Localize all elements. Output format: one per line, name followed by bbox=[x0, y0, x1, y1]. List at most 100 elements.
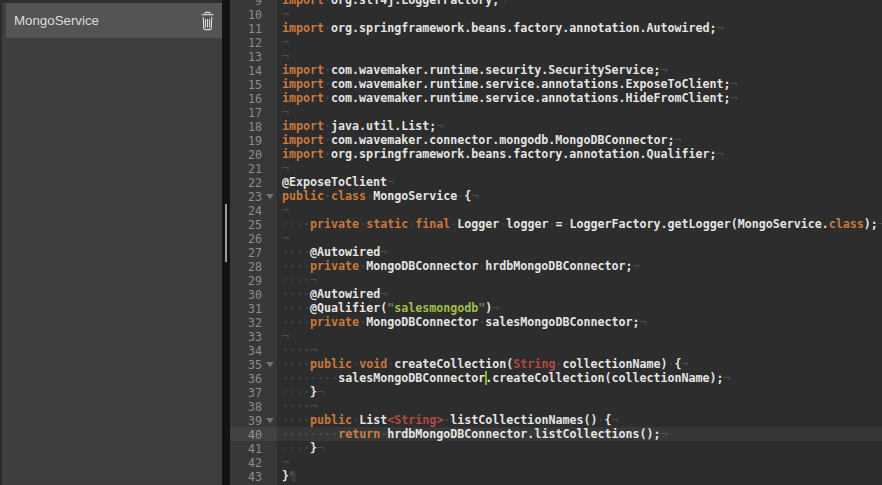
eol-invisible: ¬ bbox=[878, 217, 882, 231]
code-line[interactable]: import·com.wavemaker.runtime.service.ann… bbox=[277, 91, 882, 105]
code-line[interactable]: ¬ bbox=[277, 455, 882, 469]
gutter-line-number[interactable]: 43 bbox=[230, 469, 277, 483]
gutter-line-number[interactable]: 20 bbox=[230, 147, 277, 161]
gutter-line-number[interactable]: 19 bbox=[230, 133, 277, 147]
space-invisible: · bbox=[289, 217, 296, 231]
fold-arrow-icon[interactable] bbox=[266, 362, 274, 367]
code-line[interactable]: ········return·hrdbMongoDBConnector.list… bbox=[277, 427, 882, 441]
code-editor[interactable]: 9101112131415161718192021222324252627282… bbox=[230, 0, 882, 485]
space-invisible: · bbox=[303, 245, 310, 259]
gutter-line-number[interactable]: 41 bbox=[230, 441, 277, 455]
code-line[interactable]: import·org.springframework.beans.factory… bbox=[277, 147, 882, 161]
code-line[interactable]: ····private·static·final·Logger·logger·=… bbox=[277, 217, 882, 231]
gutter-line-number[interactable]: 42 bbox=[230, 455, 277, 469]
gutter-line-number[interactable]: 11 bbox=[230, 21, 277, 35]
code-line[interactable]: import·com.wavemaker.connector.mongodb.M… bbox=[277, 133, 882, 147]
eol-invisible: ¬ bbox=[724, 371, 731, 385]
fold-arrow-icon[interactable] bbox=[266, 194, 274, 199]
gutter-line-number[interactable]: 37 bbox=[230, 385, 277, 399]
gutter-line-number[interactable]: 36 bbox=[230, 371, 277, 385]
gutter-line-number[interactable]: 22 bbox=[230, 175, 277, 189]
gutter-line-number[interactable]: 14 bbox=[230, 63, 277, 77]
gutter-line-number[interactable]: 40 bbox=[230, 427, 277, 441]
space-invisible: · bbox=[296, 357, 303, 371]
service-list-panel: MongoService bbox=[0, 0, 222, 485]
code-line[interactable]: }¶ bbox=[277, 469, 882, 483]
code-line[interactable]: ¬ bbox=[277, 49, 882, 63]
gutter-line-number[interactable]: 23 bbox=[230, 189, 277, 203]
gutter-line-number[interactable]: 38 bbox=[230, 399, 277, 413]
gutter-line-number[interactable]: 28 bbox=[230, 259, 277, 273]
space-invisible: · bbox=[303, 357, 310, 371]
java-service-editor: MongoService 910111213141516171819202122… bbox=[0, 0, 882, 485]
gutter-line-number[interactable]: 33 bbox=[230, 329, 277, 343]
fold-arrow-icon[interactable] bbox=[266, 418, 274, 423]
eol-invisible: ¬ bbox=[380, 245, 387, 259]
splitter-drag-handle[interactable] bbox=[225, 204, 227, 262]
code-content[interactable]: import·org.slf4j.LoggerFactory;¬¬import·… bbox=[277, 0, 882, 483]
gutter-line-number[interactable]: 21 bbox=[230, 161, 277, 175]
code-line[interactable]: ····}¬ bbox=[277, 385, 882, 399]
space-invisible: · bbox=[296, 273, 303, 287]
code-line[interactable]: import·com.wavemaker.runtime.security.Se… bbox=[277, 63, 882, 77]
gutter-line-number[interactable]: 13 bbox=[230, 49, 277, 63]
space-invisible: · bbox=[289, 273, 296, 287]
gutter-line-number[interactable]: 30 bbox=[230, 287, 277, 301]
code-line[interactable]: ¬ bbox=[277, 35, 882, 49]
delete-service-icon[interactable] bbox=[200, 11, 215, 31]
code-line[interactable]: import·org.springframework.beans.factory… bbox=[277, 21, 882, 35]
space-invisible: · bbox=[296, 287, 303, 301]
eol-invisible: ¬ bbox=[310, 399, 317, 413]
gutter-line-number[interactable]: 18 bbox=[230, 119, 277, 133]
gutter-line-number[interactable]: 17 bbox=[230, 105, 277, 119]
code-line[interactable]: ····@Autowired¬ bbox=[277, 287, 882, 301]
code-line[interactable]: ····¬ bbox=[277, 399, 882, 413]
service-list-item[interactable]: MongoService bbox=[6, 3, 222, 38]
code-line[interactable]: ¬ bbox=[277, 161, 882, 175]
gutter-line-number[interactable]: 10 bbox=[230, 7, 277, 21]
space-invisible: · bbox=[282, 413, 289, 427]
gutter-line-number[interactable]: 15 bbox=[230, 77, 277, 91]
code-line[interactable]: import·java.util.List;¬ bbox=[277, 119, 882, 133]
gutter-line-number[interactable]: 12 bbox=[230, 35, 277, 49]
space-invisible: · bbox=[282, 427, 289, 441]
gutter-line-number[interactable]: 24 bbox=[230, 203, 277, 217]
code-line[interactable]: ¬ bbox=[277, 105, 882, 119]
gutter-line-number[interactable]: 29 bbox=[230, 273, 277, 287]
code-line[interactable]: ¬ bbox=[277, 231, 882, 245]
gutter-line-number[interactable]: 34 bbox=[230, 343, 277, 357]
gutter-line-number[interactable]: 39 bbox=[230, 413, 277, 427]
gutter-line-number[interactable]: 27 bbox=[230, 245, 277, 259]
eol-invisible: ¬ bbox=[282, 105, 289, 119]
gutter-line-number[interactable]: 26 bbox=[230, 231, 277, 245]
code-line[interactable]: ····private·MongoDBConnector·salesMongoD… bbox=[277, 315, 882, 329]
eol-invisible: ¬ bbox=[380, 287, 387, 301]
code-line[interactable]: ····¬ bbox=[277, 273, 882, 287]
code-line[interactable]: ····¬ bbox=[277, 343, 882, 357]
code-line[interactable]: import·org.slf4j.LoggerFactory;¬ bbox=[277, 0, 882, 7]
code-line[interactable]: ¬ bbox=[277, 329, 882, 343]
eol-invisible: ¬ bbox=[282, 35, 289, 49]
code-line[interactable]: @ExposeToClient¬ bbox=[277, 175, 882, 189]
space-invisible: · bbox=[303, 413, 310, 427]
gutter-line-number[interactable]: 35 bbox=[230, 357, 277, 371]
code-line[interactable]: ¬ bbox=[277, 7, 882, 21]
code-line[interactable]: ····}¬ bbox=[277, 441, 882, 455]
code-line[interactable]: ········salesMongoDBConnector.createColl… bbox=[277, 371, 882, 385]
code-line[interactable]: ····public·List<String>·listCollectionNa… bbox=[277, 413, 882, 427]
code-line[interactable]: public·class·MongoService·{¬ bbox=[277, 189, 882, 203]
gutter-line-number[interactable]: 9 bbox=[230, 0, 277, 7]
gutter-line-number[interactable]: 16 bbox=[230, 91, 277, 105]
code-line[interactable]: ····private·MongoDBConnector·hrdbMongoDB… bbox=[277, 259, 882, 273]
panel-splitter[interactable] bbox=[222, 0, 230, 485]
gutter-line-number[interactable]: 31 bbox=[230, 301, 277, 315]
line-numbers: 9101112131415161718192021222324252627282… bbox=[230, 0, 277, 483]
code-line[interactable]: ····@Autowired¬ bbox=[277, 245, 882, 259]
eol-invisible: ¬ bbox=[282, 161, 289, 175]
code-line[interactable]: ····public·void·createCollection(String·… bbox=[277, 357, 882, 371]
code-line[interactable]: import·com.wavemaker.runtime.service.ann… bbox=[277, 77, 882, 91]
gutter-line-number[interactable]: 25 bbox=[230, 217, 277, 231]
code-line[interactable]: ¬ bbox=[277, 203, 882, 217]
gutter-line-number[interactable]: 32 bbox=[230, 315, 277, 329]
code-line[interactable]: ····@Qualifier("salesmongodb")¬ bbox=[277, 301, 882, 315]
